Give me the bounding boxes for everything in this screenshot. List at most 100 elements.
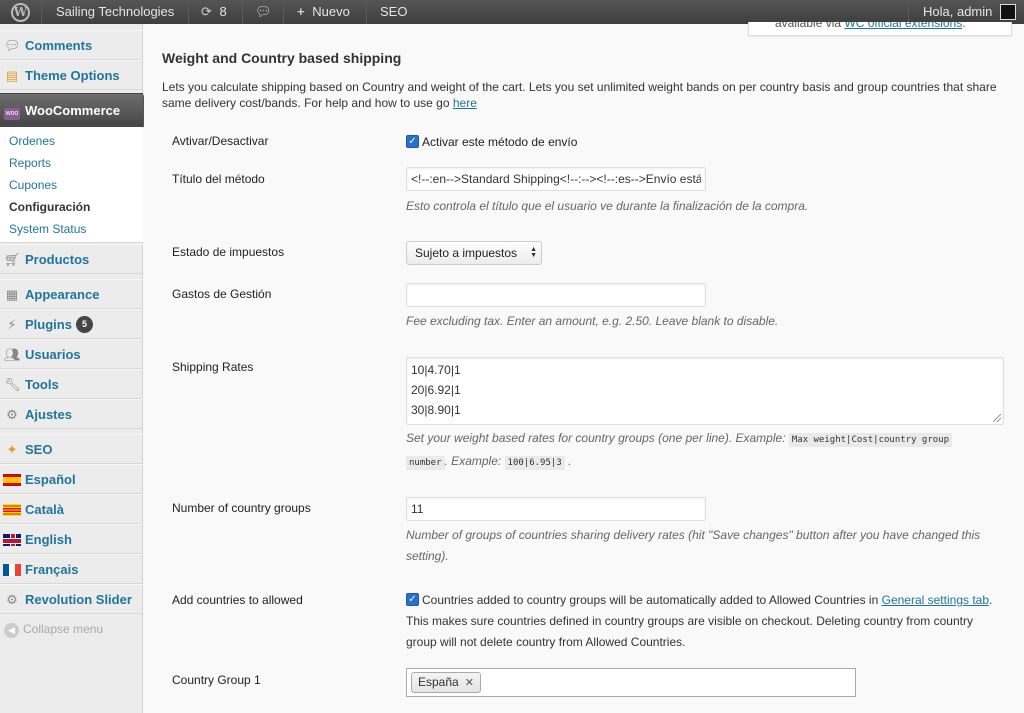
- theme-options-icon: ▤: [5, 67, 19, 83]
- wc-extensions-link[interactable]: WC official extensions: [844, 22, 962, 30]
- menu-productos[interactable]: 🛒︎ Productos: [0, 244, 143, 274]
- menu-label: SEO: [25, 442, 53, 457]
- add-countries-checkbox[interactable]: ✓: [406, 593, 419, 607]
- menu-english[interactable]: English: [0, 524, 143, 554]
- menu-theme-options[interactable]: ▤ Theme Options: [0, 60, 143, 90]
- country-tag: España ✕: [411, 672, 481, 693]
- menu-ajustes[interactable]: ⚙︎ Ajustes: [0, 399, 143, 429]
- submenu-cupones[interactable]: Cupones: [9, 176, 57, 194]
- enable-label: Avtivar/Desactivar: [172, 134, 269, 148]
- menu-usuarios[interactable]: 👥︎ Usuarios: [0, 339, 143, 369]
- shipping-rates-textarea[interactable]: 10|4.70|1 20|6.92|1 30|8.90|1: [406, 357, 1004, 425]
- woocommerce-submenu: Ordenes Reports Cupones Configuración Sy…: [0, 127, 143, 243]
- menu-revolution-slider[interactable]: ⚙︎ Revolution Slider: [0, 584, 143, 614]
- resize-handle-icon[interactable]: [993, 414, 1001, 422]
- seo-menu-link[interactable]: SEO: [380, 0, 407, 24]
- menu-comments[interactable]: 💬︎ Comments: [0, 30, 143, 60]
- tax-status-value: Sujeto a impuestos: [415, 246, 518, 260]
- users-icon: 👥︎: [4, 346, 21, 362]
- shipping-rates-field: 10|4.70|1 20|6.92|1 30|8.90|1: [406, 357, 1004, 425]
- remove-tag-icon[interactable]: ✕: [465, 677, 474, 689]
- wordpress-logo-icon[interactable]: W: [11, 0, 30, 24]
- submenu-configuracion[interactable]: Configuración: [9, 198, 90, 216]
- country-groups-hint: Number of groups of countries sharing de…: [406, 528, 981, 563]
- flag-ca-icon: [3, 503, 21, 516]
- menu-label: Productos: [25, 252, 90, 267]
- submenu-system-status[interactable]: System Status: [9, 220, 86, 238]
- rate-line: 20|6.92|1: [411, 383, 461, 397]
- section-description: Lets you calculate shipping based on Cou…: [162, 80, 997, 110]
- enable-checkbox-label[interactable]: Activar este método de envío: [422, 135, 577, 149]
- title-field: [406, 167, 706, 191]
- plugins-icon: ⚡︎: [7, 316, 17, 332]
- admin-sidebar: 💬︎ Comments ▤ Theme Options woo WooCommerce…: [0, 24, 152, 713]
- country-groups-input[interactable]: [406, 497, 706, 521]
- comments-icon: 💬︎: [4, 37, 21, 53]
- menu-label: Comments: [25, 38, 93, 53]
- updates-count: 8: [219, 4, 227, 19]
- add-countries-label: Add countries to allowed: [172, 593, 303, 607]
- country-group-1-label: Country Group 1: [172, 673, 261, 687]
- site-name-link[interactable]: Sailing Technologies: [56, 0, 174, 24]
- account-menu[interactable]: Hola, admin: [923, 0, 1016, 24]
- menu-francais[interactable]: Français: [0, 554, 143, 584]
- revolution-slider-icon: ⚙︎: [6, 591, 18, 607]
- menu-espanol[interactable]: Español: [0, 464, 143, 494]
- collapse-menu-button[interactable]: ◀ Collapse menu: [4, 622, 103, 638]
- menu-seo[interactable]: ✦ SEO: [0, 434, 143, 464]
- submenu-reports[interactable]: Reports: [9, 154, 51, 172]
- plugins-count-badge: 5: [75, 316, 93, 334]
- menu-woocommerce[interactable]: woo WooCommerce: [0, 93, 152, 128]
- rate-line: 10|4.70|1: [411, 363, 461, 377]
- admin-bar: W Sailing Technologies ⟳ 8 💬︎ + Nuevo SE…: [0, 0, 1024, 24]
- rate-line: 30|8.90|1: [411, 403, 461, 417]
- updates-icon: ⟳: [201, 4, 212, 19]
- avatar: [1000, 3, 1016, 20]
- country-groups-label: Number of country groups: [172, 501, 311, 515]
- menu-label: Plugins: [25, 317, 72, 332]
- tax-status-label: Estado de impuestos: [172, 245, 285, 259]
- handling-fee-hint: Fee excluding tax. Enter an amount, e.g.…: [406, 314, 779, 328]
- help-link[interactable]: here: [453, 96, 477, 110]
- comments-bubble-icon[interactable]: 💬︎: [255, 0, 272, 24]
- woocommerce-icon: woo: [4, 103, 20, 120]
- example-value-code: 100|6.95|3: [504, 456, 565, 470]
- title-hint: Esto controla el título que el usuario v…: [406, 199, 809, 213]
- title-label: Título del método: [172, 172, 265, 186]
- updates-link[interactable]: ⟳ 8: [201, 0, 227, 24]
- handling-fee-label: Gastos de Gestión: [172, 287, 272, 301]
- collapse-arrow-icon: ◀: [4, 623, 19, 638]
- menu-tools[interactable]: 🔧︎ Tools: [0, 369, 143, 399]
- new-content-link[interactable]: + Nuevo: [297, 0, 350, 24]
- new-label: Nuevo: [312, 4, 350, 19]
- section-title: Weight and Country based shipping: [162, 50, 402, 66]
- general-settings-link[interactable]: General settings tab: [882, 593, 989, 607]
- country-group-1-multiselect[interactable]: España ✕: [406, 668, 856, 697]
- menu-label: Català: [25, 502, 65, 517]
- menu-label: English: [25, 532, 72, 547]
- select-arrows-icon: ▲ ▼: [530, 246, 537, 259]
- menu-label: WooCommerce: [25, 103, 121, 118]
- handling-fee-field: [406, 283, 706, 307]
- menu-catala[interactable]: Català: [0, 494, 143, 524]
- country-group-1-field: España ✕: [406, 668, 856, 697]
- enable-checkbox[interactable]: ✓: [406, 135, 419, 149]
- seo-icon: ✦: [6, 441, 18, 457]
- tax-status-field: Sujeto a impuestos ▲ ▼: [406, 241, 542, 265]
- tax-status-select[interactable]: Sujeto a impuestos ▲ ▼: [406, 241, 542, 265]
- menu-appearance[interactable]: ▦ Appearance: [0, 279, 143, 309]
- add-countries-field: ✓ Countries added to country groups will …: [406, 593, 993, 649]
- title-input[interactable]: [406, 167, 706, 191]
- menu-label: Revolution Slider: [25, 592, 132, 607]
- handling-fee-input[interactable]: [406, 283, 706, 307]
- greeting-text: Hola, admin: [923, 4, 993, 19]
- flag-es-icon: [3, 473, 21, 486]
- appearance-icon: ▦: [5, 286, 19, 302]
- menu-plugins[interactable]: ⚡︎ Plugins 5: [0, 309, 143, 339]
- main-content: available via WC official extensions. We…: [144, 22, 1024, 713]
- example-format-code-cont: number: [406, 456, 445, 470]
- submenu-ordenes[interactable]: Ordenes: [9, 132, 55, 150]
- country-groups-field: [406, 497, 706, 521]
- tools-icon: 🔧︎: [4, 376, 21, 392]
- enable-field: ✓ Activar este método de envío: [406, 134, 577, 149]
